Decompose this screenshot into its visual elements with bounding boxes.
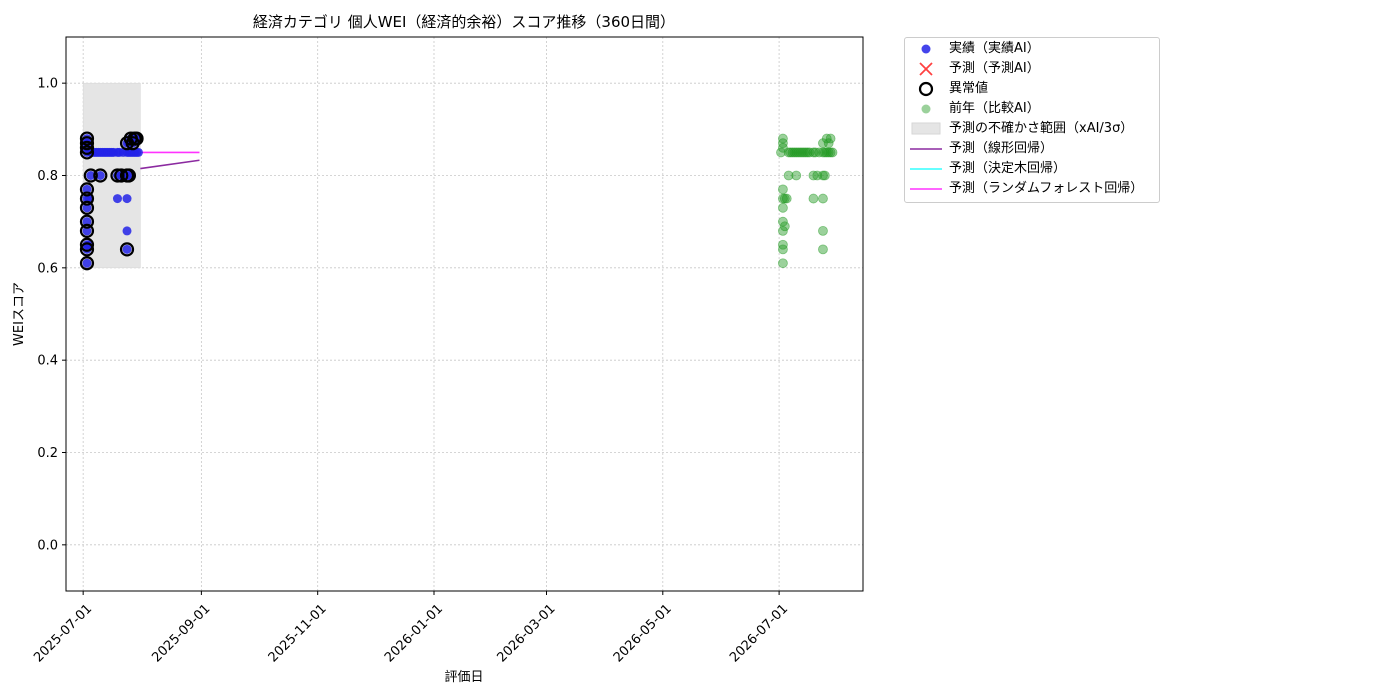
- chart-title: 経済カテゴリ 個人WEI（経済的余裕）スコア推移（360日間）: [253, 13, 675, 31]
- x-tick-label: 2026-01-01: [382, 601, 446, 665]
- legend-label: 予測（ランダムフォレスト回帰）: [949, 181, 1144, 196]
- legend-entry: 予測（ランダムフォレスト回帰）: [905, 179, 1159, 199]
- x-tick-label: 2025-11-01: [266, 601, 330, 665]
- x-tick-label: 2026-07-01: [727, 601, 791, 665]
- x-tick-label: 2026-05-01: [611, 601, 675, 665]
- prior-year-point: [791, 170, 802, 181]
- legend-symbol: [921, 104, 931, 114]
- legend-entry: 予測（予測AI）: [905, 59, 1159, 79]
- prior-year-point: [827, 147, 838, 158]
- legend-ring: [918, 81, 934, 97]
- prior-year-point: [818, 193, 828, 204]
- x-ticks: 2025-07-01 2025-09-01 2025-11-01 2026-01-01…: [31, 591, 791, 665]
- y-tick-label: 1.0: [37, 77, 58, 92]
- prior-year-point: [778, 202, 788, 213]
- chart: 経済カテゴリ 個人WEI（経済的余裕）スコア推移（360日間） 2025-07-…: [12, 13, 864, 685]
- legend-symbol: [919, 62, 933, 76]
- legend-symbol: [911, 122, 941, 135]
- x-tick-label: 2026-03-01: [494, 601, 558, 665]
- legend-entry: 実績（実績AI）: [905, 39, 1159, 59]
- actual-point: [122, 194, 132, 204]
- prior-year-point: [778, 133, 788, 144]
- legend-label: 実績（実績AI）: [949, 41, 1040, 56]
- legend-entry: 予測（決定木回帰）: [905, 159, 1159, 179]
- y-tick-label: 0.4: [37, 354, 58, 369]
- x-tick-label: 2025-07-01: [31, 601, 95, 665]
- prior-year-point: [818, 244, 828, 255]
- prior-year-point: [825, 133, 836, 144]
- prior-year-point: [779, 221, 790, 232]
- prior-year-point: [778, 239, 788, 250]
- y-ticks: 0.0 0.2 0.4 0.6 0.8 1.0: [37, 77, 66, 553]
- prior-year-point: [808, 193, 819, 204]
- x-tick-label: 2025-09-01: [149, 601, 213, 665]
- x-axis-label: 評価日: [444, 670, 483, 685]
- prior-year-point: [819, 170, 830, 181]
- legend: 実績（実績AI） 予測（予測AI） 異常値前年（比較AI） 予測の不確かさ範囲（xAI…: [904, 37, 1160, 203]
- legend-symbol: [910, 188, 942, 190]
- legend-entry: 予測（線形回帰）: [905, 139, 1159, 159]
- legend-entry: 異常値: [905, 79, 1159, 99]
- legend-label: 前年（比較AI）: [949, 101, 1040, 116]
- legend-entry: 予測の不確かさ範囲（xAI/3σ）: [905, 119, 1159, 139]
- y-tick-label: 0.8: [37, 169, 58, 184]
- legend-patch: [911, 122, 941, 135]
- legend-label: 予測（線形回帰）: [949, 141, 1054, 156]
- prior-year-point: [781, 193, 792, 204]
- prior-year-point: [778, 184, 788, 195]
- actual-point: [122, 244, 132, 254]
- legend-label: 予測（予測AI）: [949, 61, 1040, 76]
- y-tick-label: 0.2: [37, 446, 58, 461]
- forecast-line: [140, 159, 200, 170]
- actual-point: [112, 194, 122, 204]
- prior-year-point: [778, 258, 788, 269]
- data-marks: [79, 131, 838, 271]
- legend-entry: 前年（比較AI）: [905, 99, 1159, 119]
- legend-symbol: [921, 44, 931, 54]
- legend-symbol: [918, 81, 934, 97]
- legend-label: 異常値: [949, 81, 989, 96]
- y-tick-label: 0.6: [37, 261, 58, 276]
- grid: [66, 37, 863, 591]
- actual-point: [122, 226, 132, 236]
- legend-symbol: [910, 168, 942, 170]
- legend-symbol: [910, 148, 942, 150]
- legend-dot: [921, 44, 931, 54]
- legend-label: 予測の不確かさ範囲（xAI/3σ）: [949, 121, 1134, 136]
- prior-year-point: [818, 225, 828, 236]
- legend-dot: [921, 104, 931, 114]
- y-tick-label: 0.0: [37, 538, 58, 553]
- y-axis-label: WEIスコア: [12, 282, 27, 346]
- legend-label: 予測（決定木回帰）: [949, 161, 1067, 176]
- actual-point: [82, 258, 92, 268]
- plot-frame: [65, 36, 864, 592]
